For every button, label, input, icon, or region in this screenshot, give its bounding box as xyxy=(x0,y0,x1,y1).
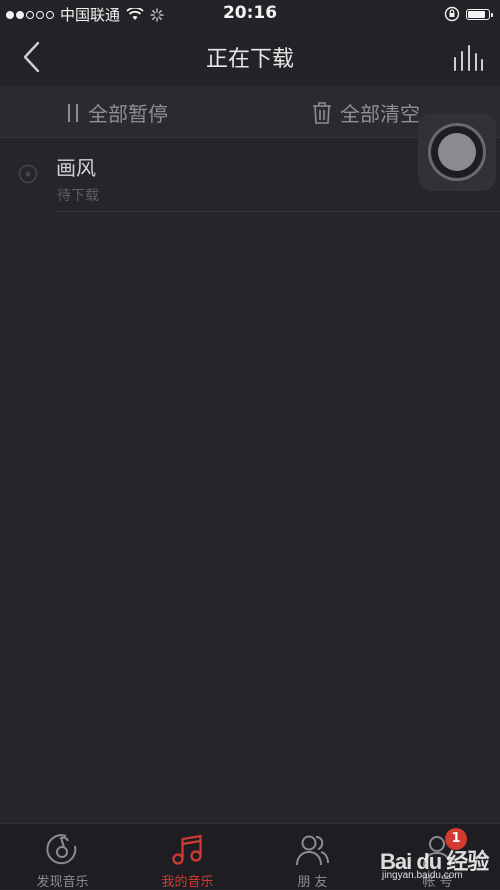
tab-label: 我的音乐 xyxy=(161,875,214,890)
tab-label: 发现音乐 xyxy=(36,875,89,890)
tab-bar: 发现音乐 我的音乐 朋 友 1 帐 号 xyxy=(0,823,500,890)
page-title: 正在下载 xyxy=(205,47,294,72)
pause-all-button[interactable]: 全部暂停 xyxy=(66,98,168,127)
clear-all-button[interactable]: 全部清空 xyxy=(312,98,420,127)
trash-icon xyxy=(313,101,331,124)
assistive-core xyxy=(438,133,476,171)
song-title: 画风 xyxy=(56,156,96,180)
disc-icon xyxy=(18,164,38,184)
battery-icon xyxy=(466,8,493,20)
status-right xyxy=(444,6,493,22)
clear-all-label: 全部清空 xyxy=(340,102,420,126)
friends-icon xyxy=(296,835,329,866)
status-bar: 中国联通 20:16 xyxy=(0,0,500,28)
equalizer-icon[interactable] xyxy=(452,42,484,74)
tab-discover-music[interactable]: 发现音乐 xyxy=(0,824,125,890)
nav-bar: 正在下载 xyxy=(0,28,500,86)
pause-icon xyxy=(68,103,78,122)
music-note-icon xyxy=(172,834,202,865)
divider xyxy=(56,211,500,212)
clock: 20:16 xyxy=(222,3,278,23)
discover-music-icon xyxy=(46,834,77,865)
rotation-lock-icon xyxy=(444,6,460,22)
download-status: 待下载 xyxy=(57,188,99,204)
pause-all-label: 全部暂停 xyxy=(88,102,168,126)
tab-label: 朋 友 xyxy=(297,875,328,890)
tab-account[interactable]: 1 帐 号 xyxy=(375,824,500,890)
tab-label: 帐 号 xyxy=(422,875,453,890)
notification-badge: 1 xyxy=(445,828,467,850)
tab-my-music[interactable]: 我的音乐 xyxy=(125,824,250,890)
assistive-touch-button[interactable] xyxy=(418,113,496,191)
tab-friends[interactable]: 朋 友 xyxy=(250,824,375,890)
